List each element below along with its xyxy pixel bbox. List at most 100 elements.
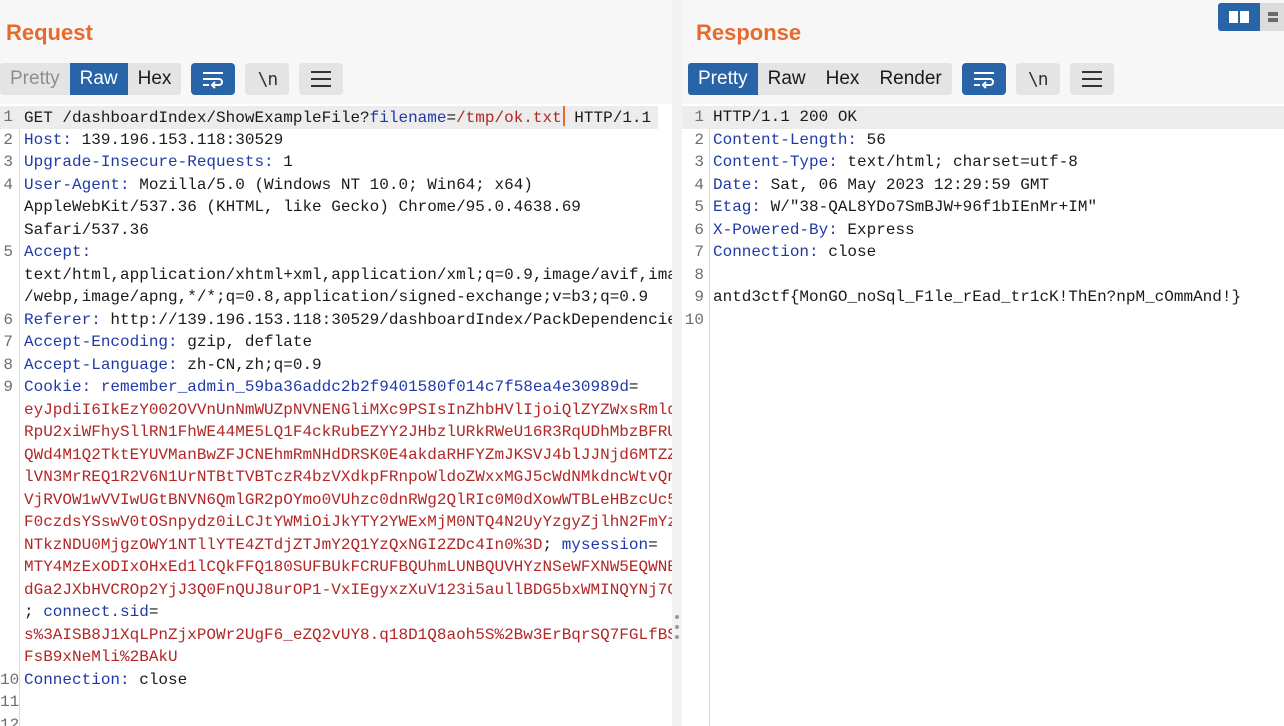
code-line[interactable]: text/html,application/xhtml+xml,applicat… (0, 264, 672, 287)
tab-hex[interactable]: Hex (128, 63, 182, 95)
tab-raw[interactable]: Raw (69, 63, 128, 95)
code-text: Etag: W/"38-QAL8YDo7SmBJW+96f1bIEnMr+IM" (713, 196, 1097, 219)
request-editor[interactable]: 1 GET /dashboardIndex/ShowExampleFile?fil… (0, 106, 672, 726)
tab-pretty[interactable]: Pretty (688, 63, 758, 95)
code-line[interactable]: 7 Connection: close (682, 241, 1284, 264)
line-number: 4 (3, 175, 13, 194)
code-token: MTY4MzExODIxOHxEd1lCQkFFQ180SUFBUkFCRUFB… (24, 558, 672, 576)
code-line[interactable]: NTkzNDU0MjgzOWY1NTllYTE4ZTdjZTJmY2Q1YzQx… (0, 534, 672, 557)
code-token: /tmp/ok.txt (456, 109, 562, 127)
code-line[interactable]: 1 GET /dashboardIndex/ShowExampleFile?fil… (0, 106, 658, 129)
code-line[interactable]: RpU2xiWFhySllRN1FhWE44ME5LQ1F4ckRubEZYY2… (0, 421, 672, 444)
code-line[interactable]: 2 Host: 139.196.153.118:30529 (0, 129, 672, 152)
request-wrap-lines-button[interactable] (191, 63, 236, 95)
code-line[interactable]: ; connect.sid= (0, 601, 672, 624)
code-line[interactable]: 5 Accept: (0, 241, 672, 264)
columns-icon (1229, 11, 1249, 23)
layout-toggle (1218, 3, 1284, 31)
code-text: Accept: (24, 241, 91, 264)
code-line[interactable]: 5 Etag: W/"38-QAL8YDo7SmBJW+96f1bIEnMr+IM… (682, 196, 1284, 219)
response-editor[interactable]: 1 HTTP/1.1 200 OK 2 Content-Length: 56 3 Cont… (682, 106, 1284, 726)
tab-pretty[interactable]: Pretty (0, 63, 70, 95)
code-line[interactable]: 6 X-Powered-By: Express (682, 219, 1284, 242)
code-text: Safari/537.36 (24, 219, 149, 242)
code-token: Date: (713, 175, 762, 194)
code-token: remember_admin_59ba36addc2b2f9401580f014… (100, 378, 629, 396)
code-token: GET /dashboardIndex/ShowExampleFile? (24, 109, 370, 127)
code-line[interactable]: 4 Date: Sat, 06 May 2023 12:29:59 GMT (682, 174, 1284, 197)
code-line[interactable]: 9 Cookie: remember_admin_59ba36addc2b2f94… (0, 376, 672, 399)
line-number: 3 (3, 153, 13, 171)
response-show-newlines-button[interactable]: \n (1015, 63, 1060, 95)
code-line[interactable]: 6 Referer: http://139.196.153.118:30529/d… (0, 309, 672, 332)
code-line[interactable]: VjRVOW1wVVIwUGtBNVN6QmlGR2pOYmo0VUhzc0dn… (0, 489, 672, 512)
code-line[interactable]: 10 (682, 309, 1284, 332)
code-token: VjRVOW1wVVIwUGtBNVN6QmlGR2pOYmo0VUhzc0dn… (24, 490, 672, 509)
line-number: 12 (0, 715, 20, 726)
code-text: VjRVOW1wVVIwUGtBNVN6QmlGR2pOYmo0VUhzc0dn… (24, 489, 672, 512)
code-line[interactable]: 10 Connection: close (0, 669, 672, 692)
code-line[interactable]: eyJpdiI6IkEzY002OVVnUnNmWUZpNVNENGliMXc9… (0, 399, 672, 422)
code-token: eyJpdiI6IkEzY002OVVnUnNmWUZpNVNENGliMXc9… (24, 400, 672, 419)
code-line[interactable]: Safari/537.36 (0, 219, 672, 242)
code-token: text/html,application/xhtml+xml,applicat… (24, 265, 672, 284)
line-number: 2 (3, 130, 13, 149)
code-token: W/"38-QAL8YDo7SmBJW+96f1bIEnMr+IM" (761, 198, 1098, 216)
code-token: Mozilla/5.0 (Windows NT 10.0; Win64; x64… (129, 175, 533, 194)
tab-raw[interactable]: Raw (758, 63, 816, 95)
line-number: 11 (0, 693, 20, 711)
code-token: RpU2xiWFhySllRN1FhWE44ME5LQ1F4ckRubEZYY2… (24, 423, 672, 441)
code-line[interactable]: 7 Accept-Encoding: gzip, deflate (0, 331, 672, 354)
show-newlines-icon: \n (1027, 68, 1049, 90)
code-token: close (818, 243, 877, 261)
wrap-lines-icon (973, 72, 994, 89)
code-line[interactable]: lVN3MrREQ1R2V6N1UrNTBtTVBTczR4bzVXdkpFRn… (0, 466, 672, 489)
code-line[interactable]: 12 (0, 714, 672, 726)
code-text: HTTP/1.1 200 OK (713, 106, 857, 129)
request-show-newlines-button[interactable]: \n (245, 63, 290, 95)
line-number: 8 (694, 265, 704, 284)
code-line[interactable]: 8 Accept-Language: zh-CN,zh;q=0.9 (0, 354, 672, 377)
code-line[interactable]: 9 antd3ctf{MonGO_noSql_F1le_rEad_tr1cK!Th… (682, 286, 1284, 309)
response-menu-button[interactable] (1069, 63, 1114, 95)
code-line[interactable]: QWd4M1Q2TktEYUVManBwZFJCNEhmRmNHdDRSK0E4… (0, 444, 672, 467)
rows-icon (1268, 12, 1278, 22)
code-line[interactable]: MTY4MzExODIxOHxEd1lCQkFFQ180SUFBUkFCRUFB… (0, 556, 672, 579)
code-text: text/html,application/xhtml+xml,applicat… (24, 264, 672, 287)
code-text: /webp,image/apng,*/*;q=0.8,application/s… (24, 286, 648, 309)
code-line[interactable]: AppleWebKit/537.36 (KHTML, like Gecko) C… (0, 196, 672, 219)
code-token: ; (542, 535, 562, 554)
code-line[interactable]: 1 HTTP/1.1 200 OK (682, 106, 1284, 129)
line-number: 9 (3, 378, 13, 396)
line-number: 3 (694, 153, 704, 171)
tab-render[interactable]: Render (869, 63, 951, 95)
code-line[interactable]: /webp,image/apng,*/*;q=0.8,application/s… (0, 286, 672, 309)
line-number: 10 (0, 670, 20, 689)
code-token: dGa2JXbHVCROp2YjJ3Q0FnQUJ8urOP1-VxIEgyxz… (24, 580, 672, 599)
drag-handle-icon[interactable] (674, 615, 680, 639)
code-text: QWd4M1Q2TktEYUVManBwZFJCNEhmRmNHdDRSK0E4… (24, 444, 672, 467)
response-wrap-lines-button[interactable] (961, 63, 1006, 95)
request-menu-button[interactable] (299, 63, 344, 95)
code-token: close (129, 670, 188, 689)
code-line[interactable]: F0czdsYSswV0tOSnpydz0iLCJtYWMiOiJkYTY2YW… (0, 511, 672, 534)
tab-hex[interactable]: Hex (816, 63, 870, 95)
code-token: Safari/537.36 (24, 220, 149, 239)
code-line[interactable]: 4 User-Agent: Mozilla/5.0 (Windows NT 10.… (0, 174, 672, 197)
code-line[interactable]: s%3AISB8J1XqLPnZjxPOWr2UgF6_eZQ2vUY8.q18… (0, 624, 672, 647)
code-line[interactable]: 3 Content-Type: text/html; charset=utf-8 (682, 151, 1284, 174)
code-token: Content-Length: (713, 130, 858, 149)
side-by-side-layout-button[interactable] (1218, 3, 1260, 31)
code-line[interactable]: 8 (682, 264, 1284, 287)
code-text: FsB9xNeMli%2BAkU (24, 646, 178, 669)
stacked-layout-button[interactable] (1260, 3, 1284, 31)
code-text: Host: 139.196.153.118:30529 (24, 129, 283, 152)
code-line[interactable]: dGa2JXbHVCROp2YjJ3Q0FnQUJ8urOP1-VxIEgyxz… (0, 579, 672, 602)
code-line[interactable]: 3 Upgrade-Insecure-Requests: 1 (0, 151, 672, 174)
code-line[interactable]: 2 Content-Length: 56 (682, 129, 1284, 152)
line-number: 6 (694, 220, 704, 239)
code-text: antd3ctf{MonGO_noSql_F1le_rEad_tr1cK!ThE… (713, 286, 1241, 309)
code-token: s%3AISB8J1XqLPnZjxPOWr2UgF6_eZQ2vUY8.q18… (24, 625, 672, 644)
code-line[interactable]: 11 (0, 691, 672, 714)
code-line[interactable]: FsB9xNeMli%2BAkU (0, 646, 672, 669)
